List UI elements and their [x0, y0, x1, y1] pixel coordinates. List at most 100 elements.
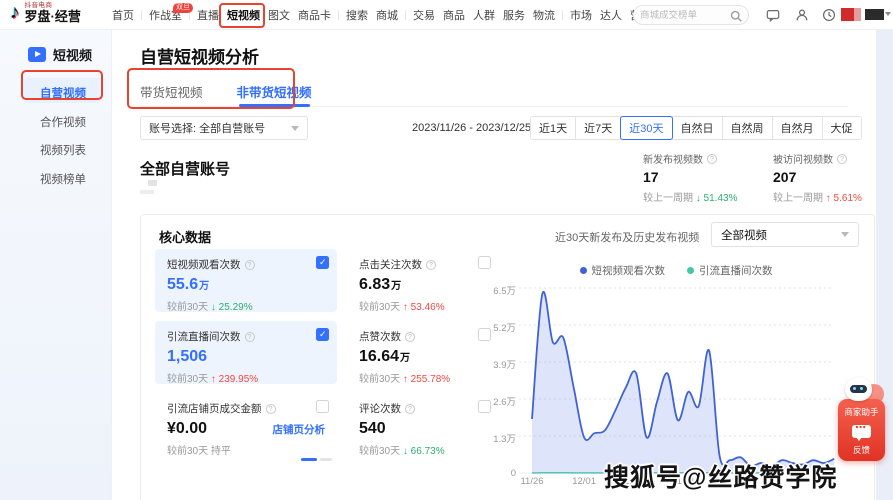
date-range-button[interactable]: 自然日 [672, 116, 723, 140]
message-icon[interactable] [766, 8, 780, 22]
trend-chart [496, 279, 846, 479]
topnav-item[interactable]: 图文 [265, 7, 293, 23]
topnav-item[interactable]: 服务 [500, 7, 528, 23]
redacted-block [140, 190, 154, 194]
metric-card[interactable]: 点击关注次数 6.83 万 较前30天 ↑ 53.46% [347, 249, 499, 312]
pagination-dot-active[interactable] [301, 458, 317, 461]
metric-delta: ↓ 66.73% [403, 446, 445, 457]
date-range-text: 2023/11/26 - 2023/12/25 [412, 122, 531, 134]
search-input[interactable] [640, 10, 730, 21]
topnav-item[interactable]: 商品卡 [295, 7, 334, 23]
brand-logo[interactable]: ♪ 抖音电商 罗盘·经营 [10, 2, 81, 24]
nav-divider [338, 10, 339, 20]
topnav-item[interactable]: 首页 [109, 7, 137, 23]
metric-card[interactable]: 引流店铺页成交金额 ¥0.00 店铺页分析 较前30天 持平 [155, 393, 337, 456]
date-range-button[interactable]: 近7天 [575, 116, 621, 140]
topnav-item[interactable]: 市场 [567, 7, 595, 23]
nav-divider [405, 10, 406, 20]
info-icon[interactable] [426, 260, 436, 270]
video-scope-select[interactable]: 全部视频 [711, 222, 859, 247]
info-icon[interactable] [245, 260, 255, 270]
sidebar-section-video[interactable]: 短视频 [28, 45, 92, 64]
metric-checkbox[interactable] [316, 256, 329, 269]
info-icon[interactable] [245, 332, 255, 342]
date-range-button[interactable]: 近1天 [530, 116, 576, 140]
metric-checkbox[interactable] [316, 400, 329, 413]
search-icon[interactable] [730, 9, 742, 21]
redacted-block [148, 180, 157, 186]
metric-card[interactable]: 引流直播间次数 1,506 较前30天 ↑ 239.95% [155, 321, 337, 384]
annotation-box-sidebar [21, 70, 103, 100]
account-name-redacted[interactable] [865, 9, 884, 20]
nav-divider [141, 10, 142, 20]
chart-legend: 短视频观看次数 引流直播间次数 [521, 263, 831, 278]
pagination-dot[interactable] [320, 458, 332, 461]
metric-card[interactable]: 点赞次数 16.64 万 较前30天 ↑ 255.78% [347, 321, 499, 384]
metric-value: ¥0.00 [167, 420, 207, 438]
topnav-item[interactable]: 商城 [373, 7, 401, 23]
user-icon[interactable] [795, 8, 809, 22]
stat-delta: ↓ 51.43% [696, 193, 738, 204]
date-range-button[interactable]: 自然周 [722, 116, 773, 140]
page-title: 自营短视频分析 [140, 43, 259, 68]
summary-stats: 新发布视频数 17 较上一周期 ↓ 51.43% 被访问视频数 207 较上一周… [643, 151, 893, 204]
top-bar: ♪ 抖音电商 罗盘·经营 首页 作战室 双旦 直播 短视频 图文 商品卡 搜索 … [0, 0, 893, 30]
info-icon[interactable] [266, 404, 276, 414]
feedback-chat-icon[interactable] [852, 425, 871, 438]
metric-value: 1,506 [167, 348, 207, 366]
robot-eye [853, 387, 856, 390]
topnav-item[interactable]: 物流 [530, 7, 558, 23]
topnav-item[interactable]: 搜索 [343, 7, 371, 23]
date-range-button[interactable]: 大促 [822, 116, 862, 140]
date-button-group: 近1天近7天近30天自然日自然周自然月大促 [530, 116, 862, 140]
metric-card[interactable]: 评论次数 540 较前30天 ↓ 66.73% [347, 393, 499, 456]
stat-value: 207 [773, 169, 881, 185]
topnav-item[interactable]: 达人 [597, 7, 625, 23]
chevron-down-icon [291, 126, 299, 131]
chart-filter-label: 近30天新发布及历史发布视频 [555, 229, 699, 245]
shop-page-analysis-link[interactable]: 店铺页分析 [273, 422, 326, 437]
avatar[interactable] [841, 8, 854, 21]
metric-delta: ↑ 53.46% [403, 302, 445, 313]
summary-stat: 被访问视频数 207 较上一周期 ↑ 5.61% [773, 151, 881, 204]
sidebar: 短视频 自营视频合作视频视频列表视频榜单 [0, 30, 112, 500]
core-data-title: 核心数据 [159, 227, 211, 246]
topnav-item[interactable]: 人群 [470, 7, 498, 23]
metric-delta: 持平 [211, 446, 231, 457]
legend-dot-icon [580, 267, 587, 274]
app-root: ♪ 抖音电商 罗盘·经营 首页 作战室 双旦 直播 短视频 图文 商品卡 搜索 … [0, 0, 893, 500]
topnav-item[interactable]: 商品 [440, 7, 468, 23]
info-icon[interactable] [837, 154, 847, 164]
topnav-item[interactable]: 直播 [194, 7, 222, 23]
chevron-down-icon[interactable] [885, 12, 891, 16]
stat-delta: ↑ 5.61% [826, 193, 862, 204]
info-icon[interactable] [405, 404, 415, 414]
douyin-note-icon: ♪ [10, 2, 20, 24]
sidebar-item[interactable]: 视频列表 [40, 142, 86, 158]
date-range-button[interactable]: 近30天 [620, 116, 672, 140]
metric-checkbox[interactable] [316, 328, 329, 341]
assistant-label: 商家助手 [838, 406, 885, 418]
metric-card[interactable]: 短视频观看次数 55.6 万 较前30天 ↓ 25.29% [155, 249, 337, 312]
legend-dot-icon [687, 267, 694, 274]
topnav-item[interactable]: 作战室 双旦 [146, 7, 185, 23]
legend-item[interactable]: 引流直播间次数 [687, 263, 773, 278]
topbar-search[interactable] [633, 5, 749, 25]
sidebar-item[interactable]: 合作视频 [40, 114, 86, 130]
date-range-button[interactable]: 自然月 [772, 116, 823, 140]
metric-delta: ↑ 255.78% [403, 374, 450, 385]
metric-value: 6.83 [359, 276, 390, 294]
info-icon[interactable] [707, 154, 717, 164]
legend-item[interactable]: 短视频观看次数 [580, 263, 666, 278]
metric-value: 16.64 [359, 348, 399, 366]
topnav-item[interactable]: 交易 [410, 7, 438, 23]
metric-cards: 短视频观看次数 55.6 万 较前30天 ↓ 25.29% 点击关注次数 6.8… [155, 249, 499, 456]
clock-icon[interactable] [822, 8, 836, 22]
sidebar-item[interactable]: 视频榜单 [40, 171, 86, 187]
account-select[interactable]: 账号选择: 全部自营账号 [140, 116, 308, 140]
chevron-down-icon [841, 232, 849, 237]
info-icon[interactable] [405, 332, 415, 342]
stat-value: 17 [643, 169, 751, 185]
metric-checkbox[interactable] [478, 256, 491, 269]
feedback-label: 反馈 [838, 444, 885, 456]
